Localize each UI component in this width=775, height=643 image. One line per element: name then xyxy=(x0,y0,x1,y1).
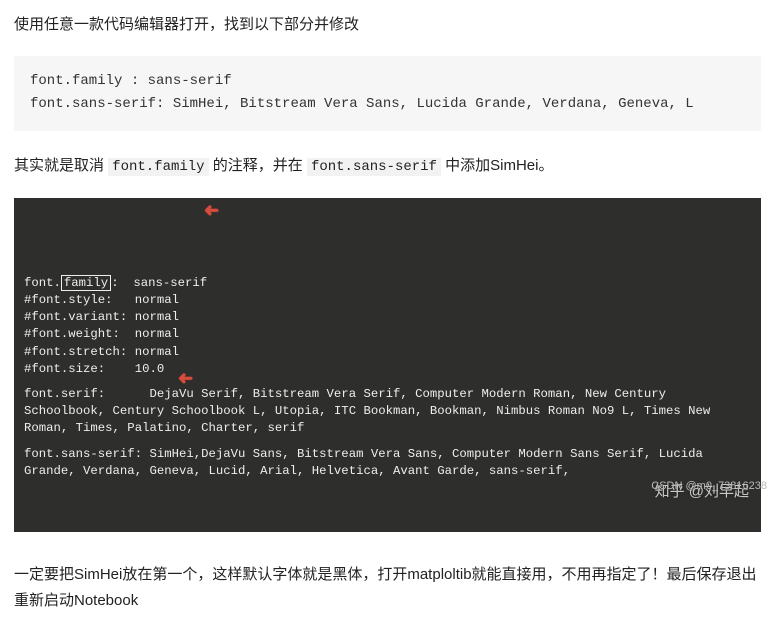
dark-group-2: font.serif: DejaVu Serif, Bitstream Vera… xyxy=(24,386,751,438)
g1-l2: #font.style: normal xyxy=(24,293,179,307)
inline-code-font-sans-serif: font.sans-serif xyxy=(307,158,441,176)
light-code-line1: font.family : sans-serif xyxy=(30,73,232,89)
mid-p1: 其实就是取消 xyxy=(14,157,108,174)
g1-l5: #font.stretch: normal xyxy=(24,345,179,359)
csdn-footer: CSDN @m0_73816238 xyxy=(651,477,767,496)
mid-p2: 的注释，并在 xyxy=(209,157,307,174)
g1-l4: #font.weight: normal xyxy=(24,327,179,341)
intro-text: 使用任意一款代码编辑器打开，找到以下部分并修改 xyxy=(14,12,761,38)
inline-code-font-family: font.family xyxy=(108,158,208,176)
g1-l6: #font.size: 10.0 xyxy=(24,362,164,376)
light-code-line2: font.sans-serif: SimHei, Bitstream Vera … xyxy=(30,96,694,112)
g1-prefix: font. xyxy=(24,276,61,290)
mid-p3: 中添加SimHei。 xyxy=(441,157,554,174)
arrow-icon: ➜ xyxy=(178,368,193,393)
arrow-icon: ➜ xyxy=(204,200,219,225)
g1-l3: #font.variant: normal xyxy=(24,310,179,324)
outro-text: 一定要把SimHei放在第一个，这样默认字体就是黑体，打开matploltib就… xyxy=(14,562,761,613)
highlighted-family: family xyxy=(61,275,111,291)
g1-suffix: : sans-serif xyxy=(111,276,207,290)
explanation-text: 其实就是取消 font.family 的注释，并在 font.sans-seri… xyxy=(14,153,761,180)
dark-group-3: font.sans-serif: SimHei,DejaVu Sans, Bit… xyxy=(24,446,751,480)
dark-group-1: font.family: sans-serif #font.style: nor… xyxy=(24,275,751,378)
dark-code-block: ➜ ➜ font.family: sans-serif #font.style:… xyxy=(14,198,761,532)
light-code-block: font.family : sans-serif font.sans-serif… xyxy=(14,56,761,132)
